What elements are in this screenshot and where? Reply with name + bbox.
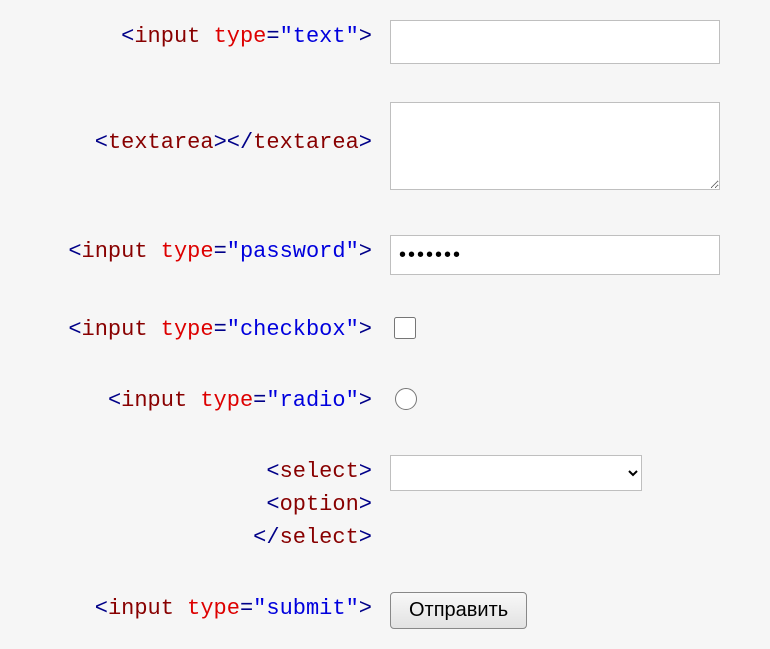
submit-button[interactable]: Отправить [390, 592, 527, 629]
label-textarea: <textarea></textarea> [30, 102, 390, 155]
select-input[interactable] [390, 455, 642, 491]
checkbox-input[interactable] [394, 317, 416, 339]
password-input[interactable] [390, 235, 720, 275]
label-radio: <input type="radio"> [30, 384, 390, 413]
label-submit: <input type="submit"> [30, 592, 390, 621]
label-input-text: <input type="text"> [30, 20, 390, 49]
label-checkbox: <input type="checkbox"> [30, 313, 390, 342]
radio-input[interactable] [395, 388, 417, 410]
text-input[interactable] [390, 20, 720, 64]
row-radio: <input type="radio"> [30, 384, 740, 417]
row-textarea: <textarea></textarea> [30, 102, 740, 197]
label-select: <select> <option> </select> [30, 455, 390, 554]
row-select: <select> <option> </select> [30, 455, 740, 554]
row-input-text: <input type="text"> [30, 20, 740, 64]
row-password: <input type="password"> [30, 235, 740, 275]
textarea-input[interactable] [390, 102, 720, 190]
row-checkbox: <input type="checkbox"> [30, 313, 740, 346]
label-password: <input type="password"> [30, 235, 390, 264]
row-submit: <input type="submit"> Отправить [30, 592, 740, 629]
